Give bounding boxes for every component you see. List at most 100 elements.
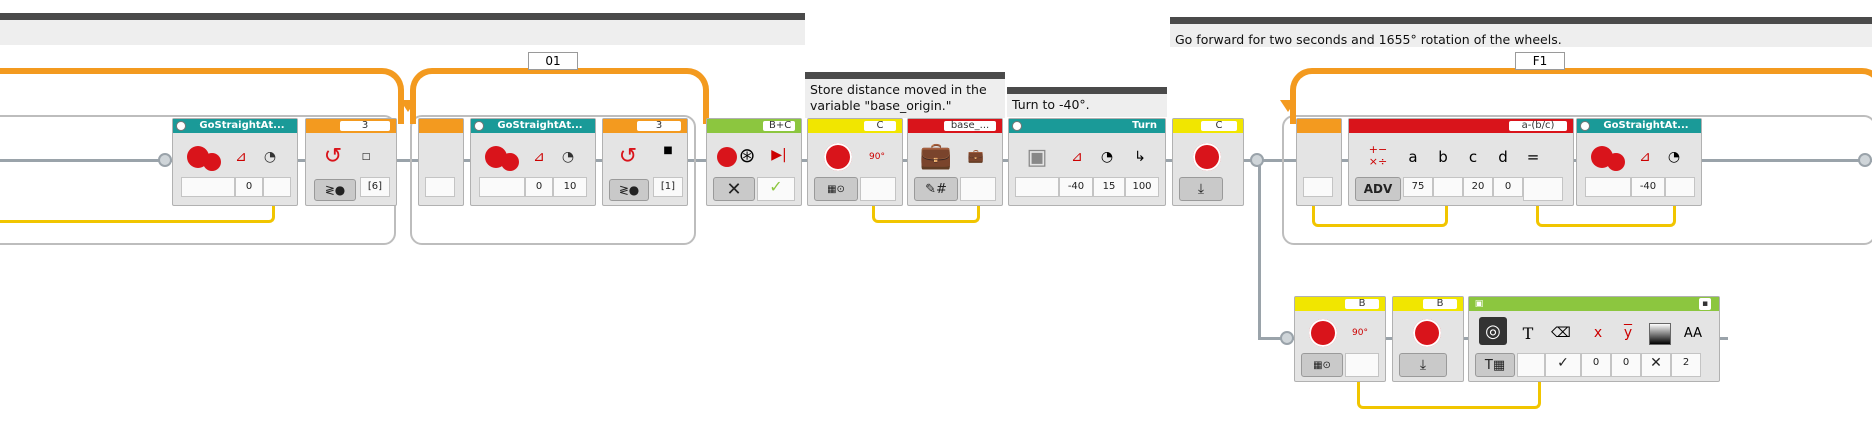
speedometer-icon: ◔	[1100, 149, 1114, 165]
comment-turn[interactable]: Turn to -40°.	[1007, 87, 1167, 117]
param-y[interactable]: 0	[1611, 353, 1641, 377]
degrees-icon: 90°	[869, 152, 885, 162]
param-speed[interactable]: 0	[235, 177, 263, 197]
block-header: ▣ ▪	[1469, 297, 1719, 311]
lock-icon: ▪	[1699, 298, 1711, 310]
steering-graph-icon: ⊿	[235, 149, 247, 165]
param-value[interactable]	[1585, 177, 1631, 197]
param-loop-count[interactable]	[1303, 177, 1333, 197]
loop-start-block-f1[interactable]	[1296, 118, 1342, 206]
comment-go-forward[interactable]: Go forward for two seconds and 1655° rot…	[1170, 17, 1872, 47]
sequence-plug[interactable]	[1250, 153, 1264, 167]
motor-rotation-sensor-block-1[interactable]: C 90° ▦⊙	[807, 118, 903, 206]
display-mode-icon: ▣	[1474, 299, 1484, 309]
param-empty[interactable]	[263, 177, 291, 197]
sequence-plug[interactable]	[158, 153, 172, 167]
param-output[interactable]	[860, 177, 896, 201]
motor-rotation-reset-block[interactable]: C ⤓	[1172, 118, 1244, 206]
compare-mode-button[interactable]: ≷●	[609, 179, 649, 201]
steering-graph-icon: ⊿	[1071, 149, 1083, 165]
sequence-plug-end[interactable]	[1858, 153, 1872, 167]
block-header: B	[1393, 297, 1463, 311]
param-loop-list[interactable]: [6]	[360, 177, 390, 197]
block-title: C	[864, 121, 896, 131]
block-title: a-(b/c)	[1509, 121, 1567, 131]
param-speed[interactable]: 15	[1093, 177, 1125, 197]
param-brake[interactable]: ✓	[757, 177, 795, 201]
move-steering-block[interactable]: B+C ⊛ ▶| ✕ ✓	[706, 118, 802, 206]
measure-mode-button[interactable]: ▦⊙	[1301, 353, 1343, 377]
param-value[interactable]	[181, 177, 235, 197]
advanced-mode-button[interactable]: ADV	[1355, 177, 1401, 201]
param-angle[interactable]: -40	[1059, 177, 1093, 197]
param-empty[interactable]	[1015, 177, 1059, 197]
myblock-gostraight-2[interactable]: GoStraightAt... ⊿ ◔ 0 10	[470, 118, 596, 206]
motor-icon-2	[203, 153, 221, 171]
clear-screen-icon: ⌫	[1551, 325, 1571, 341]
param-d[interactable]: 0	[1493, 177, 1523, 197]
comment-store-distance[interactable]: Store distance moved in the variable "ba…	[805, 72, 1005, 118]
myblock-gostraight-3[interactable]: GoStraightAt... ⊿ ◔ -40	[1576, 118, 1702, 206]
param-value[interactable]	[479, 177, 525, 197]
loop-interrupt-block-2[interactable]: 3 ↺ ■ ≷● [1]	[602, 118, 688, 206]
param-result[interactable]	[1523, 177, 1563, 201]
block-header: C	[1173, 119, 1243, 133]
measure-mode-button[interactable]: ▦⊙	[814, 177, 858, 201]
compare-mode-button[interactable]: ≷●	[314, 179, 356, 201]
param-distance[interactable]: 10	[553, 177, 587, 197]
speedometer-icon: ◔	[1667, 149, 1681, 165]
comment-top-left[interactable]	[0, 13, 805, 45]
math-advanced-block[interactable]: a-(b/c) +− ×÷ a b c d = ADV 75 20 0	[1348, 118, 1574, 206]
rotation-sensor-icon	[1413, 319, 1441, 347]
param-text[interactable]	[1517, 353, 1545, 377]
block-title: GoStraightAt...	[199, 120, 285, 131]
speedometer-icon: ◔	[561, 149, 575, 165]
motor-rotation-reset-block-2[interactable]: B ⤓	[1392, 296, 1464, 382]
motor-rotation-sensor-block-2[interactable]: B 90° ▦⊙	[1294, 296, 1386, 382]
param-a[interactable]: 75	[1403, 177, 1433, 197]
sequence-plug[interactable]	[1280, 331, 1294, 345]
param-b[interactable]	[1433, 177, 1463, 197]
param-loop-count[interactable]	[425, 177, 455, 197]
variable-block[interactable]: base_... 💼 💼 ✎#	[907, 118, 1003, 206]
block-title: base_...	[944, 121, 996, 131]
loop-interrupt-icon: ↺	[618, 143, 638, 169]
param-power[interactable]: 100	[1125, 177, 1159, 197]
param-font[interactable]: 2	[1671, 353, 1701, 377]
steering-graph-icon: ⊿	[533, 149, 545, 165]
mode-off-button[interactable]: ✕	[713, 177, 755, 201]
param-x[interactable]: 0	[1581, 353, 1611, 377]
myblock-gostraight-1[interactable]: GoStraightAt... ⊿ ◔ 0	[172, 118, 298, 206]
y-position-icon: y	[1623, 325, 1633, 341]
loop-label-01[interactable]: 01	[528, 52, 578, 70]
stop-icon: ▶|	[771, 147, 787, 163]
param-c[interactable]: 20	[1463, 177, 1493, 197]
param-output[interactable]	[1345, 353, 1379, 377]
param-loop-list[interactable]: [1]	[653, 177, 683, 197]
display-block[interactable]: ▣ ▪ ◎ T ⌫ x y AA T▦ ✓ 0 0 ✕ 2	[1468, 296, 1720, 382]
param-value[interactable]	[960, 177, 996, 201]
param-color[interactable]: ✕	[1641, 353, 1671, 377]
param-speed[interactable]: 0	[525, 177, 553, 197]
block-header: base_...	[908, 119, 1002, 133]
color-icon	[1649, 323, 1671, 345]
sequence-wire-branch	[1258, 159, 1261, 339]
gear-icon	[1012, 121, 1022, 131]
numeric-mode-button[interactable]: ✎#	[914, 177, 958, 201]
reset-mode-button[interactable]: ⤓	[1179, 177, 1223, 201]
loop-interrupt-block-1[interactable]: 3 ↺ □ ≷● [6]	[305, 118, 397, 206]
param-speed[interactable]: -40	[1631, 177, 1665, 197]
degrees-icon: 90°	[1352, 328, 1368, 338]
param-clear[interactable]: ✓	[1545, 353, 1581, 377]
reset-mode-button[interactable]: ⤓	[1399, 353, 1447, 377]
input-c-label: c	[1468, 148, 1478, 166]
loop-start-block[interactable]	[418, 118, 464, 206]
text-grid-mode-button[interactable]: T▦	[1475, 353, 1515, 377]
font-icon: AA	[1683, 325, 1703, 341]
block-header: Turn	[1009, 119, 1165, 133]
block-header: B+C	[707, 119, 801, 133]
myblock-turn[interactable]: Turn ▣ ⊿ ◔ ↳ -40 15 100	[1008, 118, 1166, 206]
loop-label-f1[interactable]: F1	[1515, 52, 1565, 70]
block-header: GoStraightAt...	[173, 119, 297, 133]
param-empty[interactable]	[1665, 177, 1695, 197]
